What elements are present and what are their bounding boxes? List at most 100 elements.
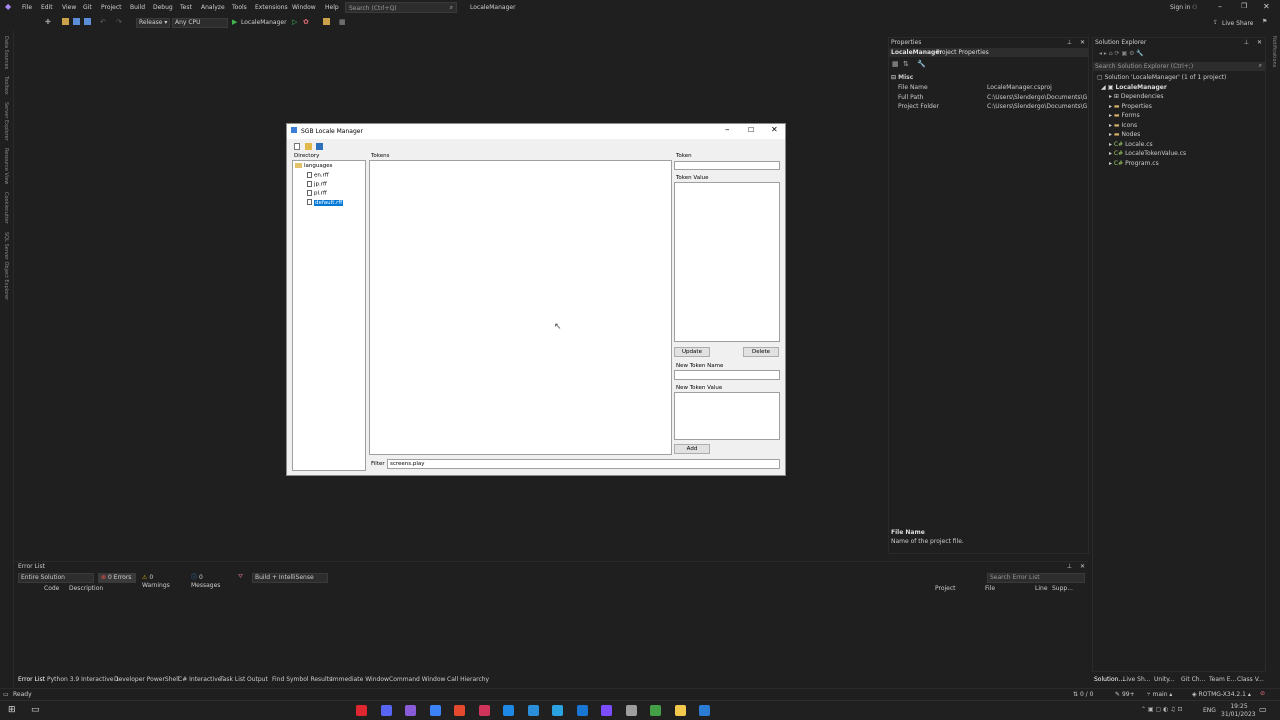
notifications-icon[interactable]: ⊘: [1260, 690, 1265, 697]
opera-icon[interactable]: [356, 705, 367, 716]
token-input[interactable]: [674, 161, 780, 170]
live-share-icon[interactable]: ⇪: [1213, 19, 1218, 26]
search-icon[interactable]: ⌕: [450, 4, 453, 12]
new-token-value-input[interactable]: [674, 392, 780, 440]
solution-explorer-close-icon[interactable]: ✕: [1257, 38, 1262, 47]
tab-task-list[interactable]: Task List: [220, 676, 245, 683]
menu-view[interactable]: View: [62, 4, 76, 11]
dialog-maximize-icon[interactable]: ☐: [748, 126, 754, 134]
store-icon[interactable]: [503, 705, 514, 716]
clock-date[interactable]: 31/01/2023: [1221, 711, 1256, 718]
new-file-icon[interactable]: [294, 143, 300, 150]
vs-logo-icon[interactable]: ◆: [5, 2, 11, 11]
menu-git[interactable]: Git: [83, 4, 92, 11]
tree-file[interactable]: en.rff: [307, 172, 329, 179]
errors-toggle[interactable]: ⊗ 0 Errors: [98, 573, 136, 583]
property-row[interactable]: File Name LocaleManager.csproj: [897, 83, 1087, 93]
hot-reload-icon[interactable]: ✿: [303, 18, 309, 26]
column-project[interactable]: Project: [935, 585, 956, 592]
branch-select[interactable]: ⑂ main ▴: [1147, 691, 1172, 698]
platform-select[interactable]: Any CPU: [172, 18, 228, 28]
property-row[interactable]: Project Folder C:\Users\Slendergo\Docume…: [897, 102, 1087, 112]
dialog-minimize-icon[interactable]: –: [725, 125, 730, 135]
sign-in-link[interactable]: Sign in: [1170, 4, 1190, 11]
tree-file[interactable]: jp.rff: [307, 181, 327, 188]
project-node[interactable]: ◢ ▣ LocaleManager: [1101, 84, 1167, 91]
rail-toolbox[interactable]: Toolbox: [3, 76, 9, 95]
clock-time[interactable]: 19:25: [1228, 703, 1250, 710]
repo-select[interactable]: ◈ ROTMG-X34.2.1 ▴: [1192, 691, 1251, 698]
column-file[interactable]: File: [985, 585, 995, 592]
close-icon[interactable]: ✕: [1263, 2, 1270, 11]
tab-class-view[interactable]: Class V...: [1237, 676, 1264, 683]
undo-icon[interactable]: ↶: [100, 18, 107, 26]
tree-item[interactable]: ▸ C# Locale.cs: [1109, 141, 1153, 148]
chrome-alt-icon[interactable]: [625, 705, 637, 716]
tree-item[interactable]: ▸ C# Program.cs: [1109, 160, 1159, 167]
save-icon[interactable]: [73, 18, 80, 25]
tree-item[interactable]: ▸ ⊞ Dependencies: [1109, 93, 1164, 100]
tab-command-window[interactable]: Command Window: [389, 676, 445, 683]
dialog-close-icon[interactable]: ✕: [771, 125, 778, 134]
rail-server-explorer[interactable]: Server Explorer: [3, 102, 9, 141]
tab-error-list[interactable]: Error List: [18, 676, 45, 683]
account-icon[interactable]: ⚇: [1192, 4, 1197, 11]
error-search-input[interactable]: Search Error List: [987, 573, 1085, 583]
live-share-button[interactable]: Live Share: [1222, 20, 1253, 27]
telegram-icon[interactable]: [552, 705, 563, 716]
jetbrains-icon[interactable]: [478, 705, 490, 716]
token-value-input[interactable]: [674, 182, 780, 342]
messages-toggle[interactable]: ⓘ 0 Messages: [188, 573, 234, 589]
pin-icon[interactable]: ⊥: [1067, 563, 1072, 570]
rail-sql-explorer[interactable]: SQL Server Object Explorer: [3, 232, 9, 300]
menu-extensions[interactable]: Extensions: [255, 4, 288, 11]
tab-team-explorer[interactable]: Team E...: [1209, 676, 1236, 683]
tab-csharp-interactive[interactable]: C# Interactive: [178, 676, 221, 683]
menu-test[interactable]: Test: [180, 4, 192, 11]
windows-start-icon[interactable]: ⊞: [8, 705, 16, 715]
solution-node[interactable]: ▢ Solution 'LocaleManager' (1 of 1 proje…: [1097, 74, 1226, 81]
error-list-close-icon[interactable]: ✕: [1080, 563, 1085, 570]
tab-developer-powershell[interactable]: Developer PowerShell: [114, 676, 180, 683]
directory-tree[interactable]: languages en.rff jp.rff pl.rff default.r…: [292, 160, 366, 471]
commits-count[interactable]: ✎ 99+: [1115, 691, 1135, 698]
tree-item[interactable]: ▸ C# LocaleTokenValue.cs: [1109, 150, 1186, 157]
feedback-icon[interactable]: ⚑: [1262, 18, 1267, 25]
tree-item[interactable]: ▸ ▬ Properties: [1109, 103, 1152, 110]
visual-studio-icon[interactable]: [405, 705, 416, 716]
outlook-icon[interactable]: [576, 705, 588, 716]
tab-git-changes[interactable]: Git Ch...: [1181, 676, 1205, 683]
tree-file-selected[interactable]: default.rff: [307, 199, 344, 206]
save-all-icon[interactable]: [84, 18, 91, 25]
properties-object-select[interactable]: LocaleManager Project Properties: [889, 48, 1088, 57]
scope-select[interactable]: Entire Solution: [18, 573, 94, 583]
open-file-icon[interactable]: [305, 143, 312, 150]
menu-debug[interactable]: Debug: [153, 4, 173, 11]
menu-tools[interactable]: Tools: [232, 4, 247, 11]
tab-python-interactive[interactable]: Python 3.9 Interactive 1: [47, 676, 119, 683]
filter-icon[interactable]: ⛛: [238, 573, 243, 581]
tab-immediate-window[interactable]: Immediate Window: [331, 676, 389, 683]
pin-icon[interactable]: ⊥: [1067, 38, 1072, 47]
menu-help[interactable]: Help: [325, 4, 339, 11]
property-row[interactable]: Full Path C:\Users\Slendergo\Documents\G…: [897, 93, 1087, 103]
desktop-icon[interactable]: ▭: [31, 705, 40, 715]
tab-output[interactable]: Output: [247, 676, 268, 683]
changes-count[interactable]: ⇅ 0 / 0: [1073, 691, 1093, 698]
tree-item[interactable]: ▸ ▬ Nodes: [1109, 131, 1140, 138]
new-item-icon[interactable]: ✚: [45, 18, 52, 26]
tab-solution-explorer[interactable]: Solution...: [1094, 676, 1124, 683]
filter-input[interactable]: screens.play: [387, 459, 780, 469]
tab-live-share[interactable]: Live Sh...: [1123, 676, 1151, 683]
tab-find-symbol[interactable]: Find Symbol Results: [272, 676, 332, 683]
rail-notifications[interactable]: Notifications: [1271, 36, 1277, 67]
folder-icon[interactable]: [323, 18, 330, 25]
solution-search-input[interactable]: Search Solution Explorer (Ctrl+;) ⌕: [1093, 62, 1265, 71]
chrome-icon[interactable]: [429, 705, 441, 716]
column-code[interactable]: Code: [44, 585, 59, 592]
discord-icon[interactable]: [380, 705, 392, 716]
open-icon[interactable]: [62, 18, 69, 25]
config-select[interactable]: Release ▾: [136, 18, 170, 28]
tree-file[interactable]: pl.rff: [307, 190, 327, 197]
menu-analyze[interactable]: Analyze: [201, 4, 225, 11]
